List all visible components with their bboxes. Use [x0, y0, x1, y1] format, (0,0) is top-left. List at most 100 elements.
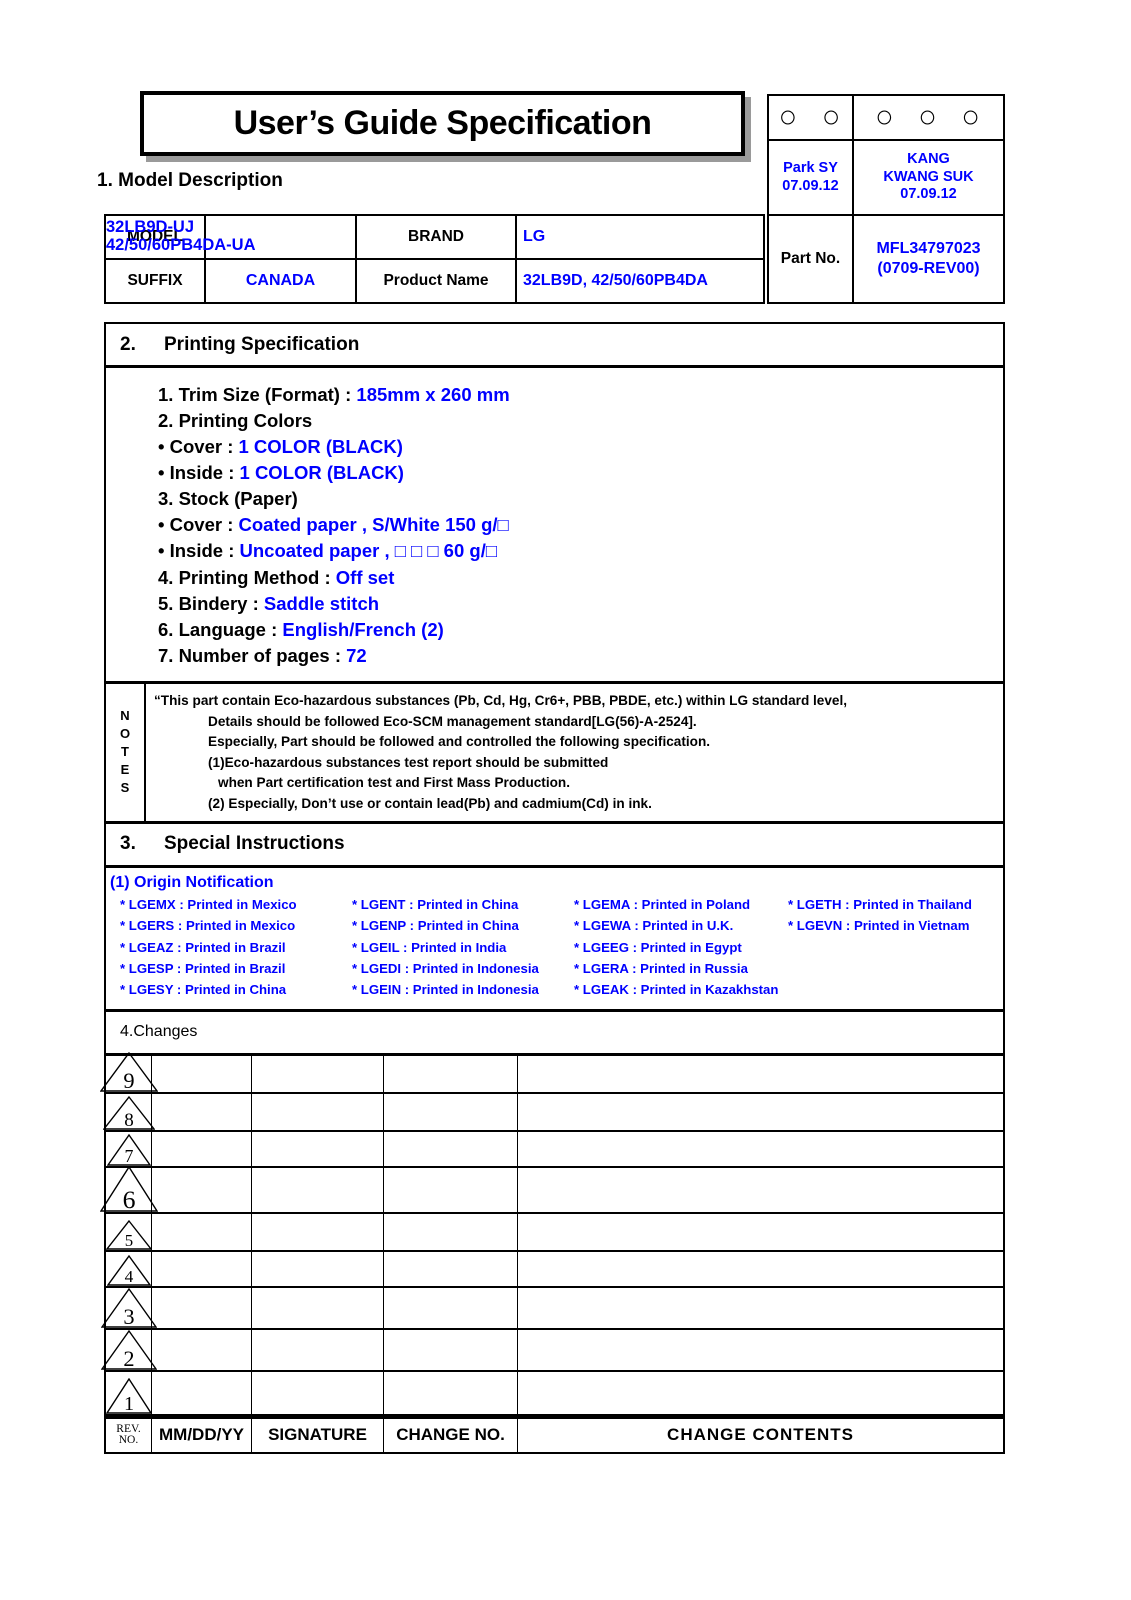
change-number-cell	[384, 1287, 518, 1328]
printing-spec-label: • Inside :	[158, 462, 240, 484]
part-number-label: Part No.	[769, 216, 854, 302]
footer-signature-label: SIGNATURE	[252, 1418, 384, 1452]
printing-spec-line: 1. Trim Size (Format) : 185mm x 260 mm	[158, 382, 1003, 408]
model-table-row-model: MODEL BRAND LG	[106, 216, 763, 260]
approval-header-cell-1: 〇 〇	[769, 96, 854, 139]
table-row: 4	[106, 1251, 1003, 1288]
special-heading-text: Special Instructions	[164, 833, 345, 855]
special-instructions-heading: 3. Special Instructions	[106, 824, 1003, 868]
approver-1: Park SY 07.09.12	[782, 159, 839, 194]
origin-entry: * LGERS : Printed in Mexico	[120, 918, 296, 934]
printing-spec-line: 6. Language : English/French (2)	[158, 617, 1003, 643]
printing-spec-label: • Cover :	[158, 514, 239, 536]
printing-heading-number: 2.	[120, 333, 136, 355]
origin-entry: * LGEWA : Printed in U.K.	[574, 918, 734, 934]
suffix-label: SUFFIX	[106, 260, 206, 302]
model-table: MODEL BRAND LG SUFFIX CANADA Product Nam…	[104, 214, 765, 304]
footer-change-no-label-text: CHANGE NO.	[396, 1425, 505, 1445]
change-signature-cell	[252, 1213, 384, 1250]
product-name-value: 32LB9D, 42/50/60PB4DA	[523, 272, 708, 289]
approval-signer-cell-1: Park SY 07.09.12	[769, 141, 854, 214]
printing-spec-line: • Inside : 1 COLOR (BLACK)	[158, 460, 1003, 486]
table-row: 8	[102, 1093, 1003, 1132]
table-row: 9	[99, 1051, 1003, 1094]
origin-entry: * LGESP : Printed in Brazil	[120, 960, 286, 976]
origin-entry: * LGETH : Printed in Thailand	[788, 896, 972, 912]
change-signature-cell	[252, 1055, 384, 1092]
changes-heading-text: Changes	[133, 1023, 198, 1041]
footer-contents-label: CHANGE CONTENTS	[518, 1419, 1003, 1452]
revision-triangle-icon: 7	[106, 1133, 151, 1166]
svg-text:4: 4	[124, 1267, 133, 1286]
page-title: User’s Guide Specification	[233, 104, 652, 142]
printing-spec-label: • Cover :	[158, 436, 239, 458]
special-heading-number: 3.	[120, 833, 136, 855]
change-contents-cell	[518, 1214, 1003, 1250]
printing-spec-label: 4. Printing Method :	[158, 566, 336, 588]
printing-spec-line: 3. Stock (Paper)	[158, 486, 1003, 512]
printing-spec-line: 7. Number of pages : 72	[158, 643, 1003, 669]
revision-marker-cell: 9	[99, 1051, 158, 1092]
printing-heading-text: Printing Specification	[164, 333, 360, 355]
specification-body-table: 2. Printing Specification 1. Trim Size (…	[99, 322, 1005, 1454]
origin-entry: * LGEIN : Printed in Indonesia	[352, 982, 539, 998]
origin-entry: * LGEVN : Printed in Vietnam	[788, 918, 970, 934]
origin-entry: * LGEAK : Printed in Kazakhstan	[574, 982, 779, 998]
origin-entry: * LGESY : Printed in China	[120, 982, 287, 998]
printing-spec-line: • Inside : Uncoated paper , □ □ □ 60 g/□	[158, 538, 1003, 564]
revision-triangle-icon: 9	[99, 1051, 158, 1092]
change-signature-cell	[252, 1287, 384, 1328]
printing-spec-label: 7. Number of pages :	[158, 644, 347, 666]
revision-triangle-icon: 4	[106, 1254, 151, 1286]
table-row: 6	[99, 1165, 1003, 1214]
title-inner-border: User’s Guide Specification	[143, 94, 742, 153]
origin-notification-grid: * LGEMX : Printed in Mexico * LGENT : Pri…	[110, 894, 1003, 1001]
change-number-cell	[384, 1213, 518, 1250]
printing-spec-value: Uncoated paper , □ □ □ 60 g/□	[239, 540, 498, 562]
model-description-heading: 1. Model Description	[97, 170, 283, 192]
printing-spec-value: Off set	[335, 566, 395, 588]
model-label: MODEL	[106, 216, 206, 258]
notes-label-letter: N	[120, 708, 130, 724]
revision-marker-cell: 8	[102, 1093, 155, 1130]
change-number-cell	[384, 1055, 518, 1092]
svg-text:5: 5	[124, 1231, 132, 1250]
printing-spec-value: Coated paper , S/White 150 g/□	[238, 514, 509, 536]
origin-entry: * LGENP : Printed in China	[352, 918, 519, 934]
footer-change-no-label: CHANGE NO.	[384, 1418, 518, 1452]
origin-entry: * LGEDI : Printed in Indonesia	[352, 960, 539, 976]
table-row: 2	[100, 1329, 1003, 1372]
model-table-row-suffix: SUFFIX CANADA Product Name 32LB9D, 42/50…	[106, 260, 763, 302]
suffix-value: CANADA	[206, 260, 357, 302]
change-contents-cell	[518, 1132, 1003, 1166]
notes-text: “This part contain Eco-hazardous substan…	[146, 684, 1003, 821]
printing-spec-label: 1. Trim Size (Format) :	[158, 384, 357, 405]
svg-text:7: 7	[124, 1146, 133, 1166]
change-signature-cell	[252, 1371, 384, 1414]
printing-spec-label: • Inside :	[158, 540, 240, 562]
revision-marker-cell: 1	[105, 1371, 152, 1414]
revision-triangle-icon: 1	[105, 1377, 152, 1414]
svg-text:1: 1	[123, 1393, 133, 1414]
origin-entry: * LGEMX : Printed in Mexico	[120, 896, 297, 912]
revision-marker-cell: 6	[99, 1165, 158, 1212]
table-row: 7	[106, 1131, 1003, 1168]
change-contents-cell	[518, 1288, 1003, 1328]
printing-specification-list: 1. Trim Size (Format) : 185mm x 260 mm 2.…	[106, 368, 1003, 684]
product-name-label: Product Name	[357, 260, 517, 302]
printing-spec-value: Saddle stitch	[263, 592, 380, 614]
model-description-heading-number: 1.	[97, 170, 113, 191]
footer-date-label-text: MM/DD/YY	[159, 1425, 244, 1445]
revision-triangle-icon: 2	[100, 1329, 157, 1370]
origin-entry: * LGEMA : Printed in Poland	[574, 896, 751, 912]
notes-line: (1)Eco-hazardous substances test report …	[208, 754, 609, 770]
printing-spec-label: 5. Bindery :	[158, 592, 264, 614]
change-date-cell	[152, 1131, 252, 1166]
change-signature-cell	[252, 1167, 384, 1212]
revision-marker-cell: 7	[106, 1131, 152, 1166]
printing-spec-label: 2. Printing Colors	[158, 410, 313, 432]
origin-entry	[788, 937, 1006, 958]
change-signature-cell	[252, 1251, 384, 1286]
approval-header-cell-2: 〇 〇 〇	[854, 96, 1003, 139]
change-date-cell	[152, 1093, 252, 1130]
